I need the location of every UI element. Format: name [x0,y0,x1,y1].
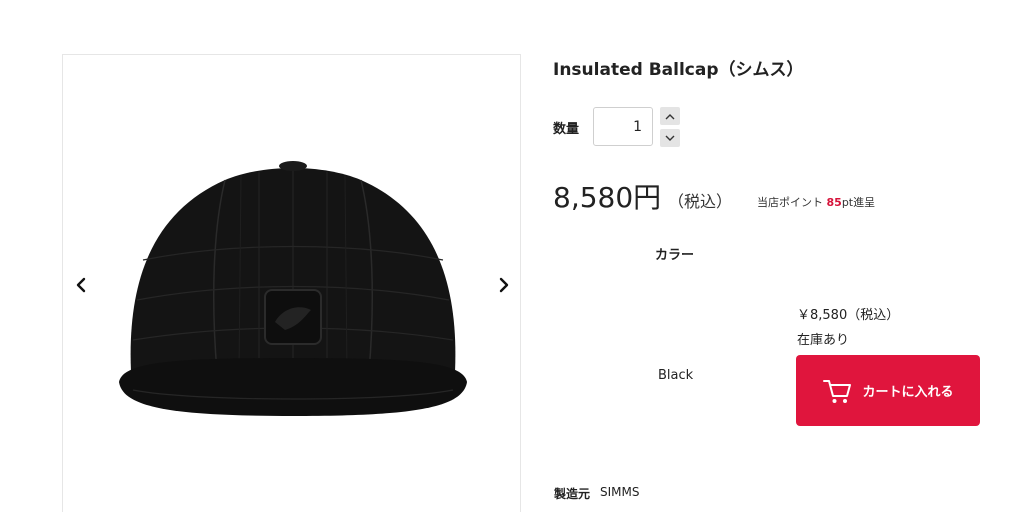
quantity-decrease-button[interactable] [660,129,680,147]
product-price: 8,580円 [553,181,662,214]
product-image [119,161,467,416]
variant-color-name: Black [658,368,694,383]
points-info: 当店ポイント 85pt進呈 [757,194,875,210]
quantity-increase-button[interactable] [660,107,680,125]
maker-value: SIMMS [600,485,640,499]
price-tax-note: （税込） [668,192,733,211]
add-to-cart-label: カートに入れる [862,385,954,400]
chevron-right-icon [499,277,509,293]
stock-status: 在庫あり [797,333,850,348]
add-to-cart-button[interactable]: カートに入れる [796,355,980,426]
points-prefix: 当店ポイント [757,196,823,209]
maker-label: 製造元 [554,487,591,501]
next-image-button[interactable] [492,273,516,297]
color-column-label: カラー [655,248,695,263]
quantity-label: 数量 [553,122,580,137]
prev-image-button[interactable] [69,273,93,297]
product-page: Insulated Ballcap（シムス） 数量 8,580円 （税込） 当店… [0,0,1024,512]
points-value: 85 [826,196,842,209]
chevron-left-icon [76,277,86,293]
variant-price: ￥8,580（税込） [797,308,900,323]
quantity-input[interactable] [593,107,653,146]
points-suffix: pt進呈 [841,196,876,209]
product-title: Insulated Ballcap（シムス） [553,60,804,80]
product-image-gallery [62,54,521,512]
cart-icon [823,379,852,403]
chevron-down-icon [665,135,675,141]
chevron-up-icon [665,113,675,119]
